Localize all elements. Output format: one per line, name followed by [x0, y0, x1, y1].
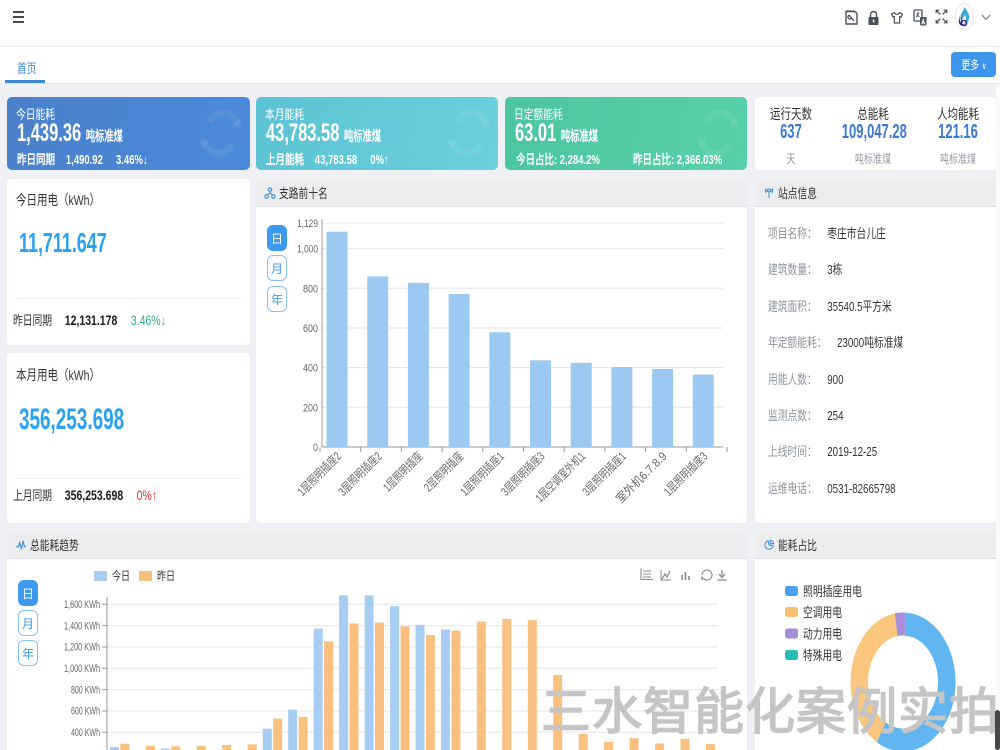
svg-text:600: 600 [303, 323, 318, 335]
svg-text:0: 0 [313, 442, 318, 454]
svg-text:1,600 KWh: 1,600 KWh [64, 599, 100, 611]
svg-text:3层照明插座2: 3层照明插座2 [335, 448, 385, 498]
svg-text:400: 400 [303, 363, 318, 375]
svg-text:今日: 今日 [112, 568, 130, 583]
svg-text:1,000 KWh: 1,000 KWh [64, 663, 100, 675]
svg-text:1,200 KWh: 1,200 KWh [64, 642, 100, 654]
svg-text:600 KWh: 600 KWh [71, 706, 100, 718]
svg-text:特殊用电: 特殊用电 [803, 648, 842, 663]
svg-text:1,129: 1,129 [297, 218, 318, 230]
svg-text:动力用电: 动力用电 [803, 627, 842, 642]
svg-text:1,000: 1,000 [297, 244, 318, 256]
svg-text:800 KWh: 800 KWh [71, 684, 100, 696]
svg-text:昨日: 昨日 [157, 569, 175, 583]
svg-text:1层照明插座3: 1层照明插座3 [660, 448, 710, 498]
svg-text:1,400 KWh: 1,400 KWh [64, 620, 100, 632]
svg-text:800: 800 [303, 283, 318, 295]
svg-text:1层照明插座: 1层照明插座 [380, 449, 426, 495]
svg-text:400 KWh: 400 KWh [71, 727, 100, 739]
svg-text:照明插座用电: 照明插座用电 [803, 584, 862, 599]
svg-text:空调用电: 空调用电 [803, 605, 842, 620]
svg-text:200: 200 [303, 402, 318, 414]
